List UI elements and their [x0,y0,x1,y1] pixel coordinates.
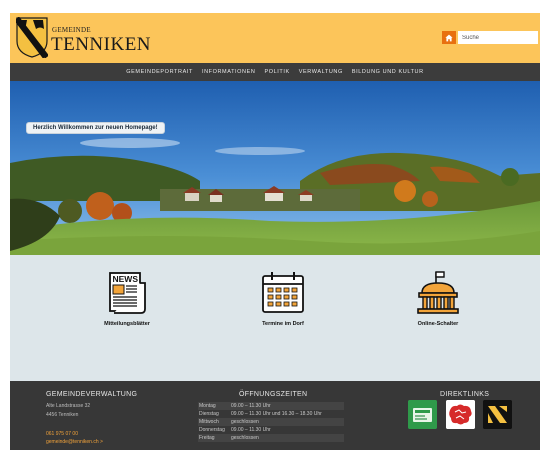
hours-row: Freitag geschlossen [198,434,344,442]
main-navigation: Gemeindeportrait Informationen Politik V… [10,63,540,81]
home-icon [445,34,453,41]
hours-row: Mittwoch geschlossen [198,418,344,426]
welcome-banner: Herzlich Willkommen zur neuen Homepage! [26,122,165,134]
hours-time: 09.00 – 11.30 Uhr und 16.30 – 18.30 Uhr [231,411,322,417]
hours-day: Donnerstag [199,427,225,433]
site-footer: GEMEINDEVERWALTUNG Alte Landstrasse 32 4… [10,381,540,450]
brand-subtitle: GEMEINDE [52,26,91,34]
footer-street: Alte Landstrasse 32 [46,403,91,409]
hours-time: geschlossen [231,419,259,425]
direktlink-1[interactable] [408,400,437,429]
quicklink-online-schalter[interactable]: Online-Schalter [373,269,503,327]
nav-item-verwaltung[interactable]: Verwaltung [299,69,343,75]
nav-item-gemeindeportrait[interactable]: Gemeindeportrait [126,69,193,75]
quicklink-label: Mitteilungsblätter [104,321,150,327]
site-header: GEMEINDE TENNIKEN [10,13,540,63]
hours-row: Dienstag 09.00 – 11.30 Uhr und 16.30 – 1… [198,410,344,418]
footer-hours-title: ÖFFNUNGSZEITEN [239,391,308,398]
nav-item-informationen[interactable]: Informationen [202,69,256,75]
hours-day: Montag [199,403,216,409]
hours-time: geschlossen [231,435,259,441]
hours-row: Donnerstag 09.00 – 11.30 Uhr [198,426,344,434]
brand-title[interactable]: TENNIKEN [51,34,151,56]
quicklink-label: Online-Schalter [417,321,459,327]
hours-day: Mittwoch [199,419,219,425]
search-input[interactable] [458,31,538,44]
hours-time: 09.00 – 11.30 Uhr [231,403,271,409]
hours-day: Freitag [199,435,215,441]
quicklink-mitteilungsblaetter[interactable]: NEWS Mitteilungsblätter [62,269,192,327]
direktlink-3[interactable] [483,400,512,429]
canton-map-icon [446,400,475,429]
hours-day: Dienstag [199,411,219,417]
hours-time: 09.00 – 11.30 Uhr [231,427,271,433]
nav-item-politik[interactable]: Politik [264,69,289,75]
calendar-icon [262,272,304,313]
home-button[interactable] [442,31,456,44]
footer-direktlinks-title: DIREKTLINKS [440,391,490,398]
yellow-black-logo-icon [483,400,512,429]
hours-row: Montag 09.00 – 11.30 Uhr [198,402,344,410]
newspaper-icon-text: NEWS [113,274,139,284]
newspaper-icon: NEWS [109,272,146,314]
nav-item-bildung-und-kultur[interactable]: Bildung und Kultur [352,69,424,75]
footer-phone-link[interactable]: 061 975 07 00 [46,431,78,437]
landscape-photo [10,81,540,255]
quicklink-termine[interactable]: Termine im Dorf [218,269,348,327]
opening-hours-table: Montag 09.00 – 11.30 Uhr Dienstag 09.00 … [198,402,344,442]
footer-admin-title: GEMEINDEVERWALTUNG [46,391,138,398]
quicklink-label: Termine im Dorf [262,321,304,327]
quicklinks-section: NEWS Mitteilungsblätter Termine im Dorf … [10,255,540,381]
coat-of-arms-logo[interactable] [16,17,48,58]
hero-banner: Herzlich Willkommen zur neuen Homepage! [10,81,540,255]
footer-city: 4456 Tenniken [46,412,79,418]
page: GEMEINDE TENNIKEN Gemeindeportrait Infor… [10,13,540,450]
town-hall-icon [417,271,459,314]
footer-email-link[interactable]: gemeinde@tenniken.ch > [46,439,103,445]
direktlink-2[interactable] [446,400,475,429]
green-card-icon [408,400,437,429]
